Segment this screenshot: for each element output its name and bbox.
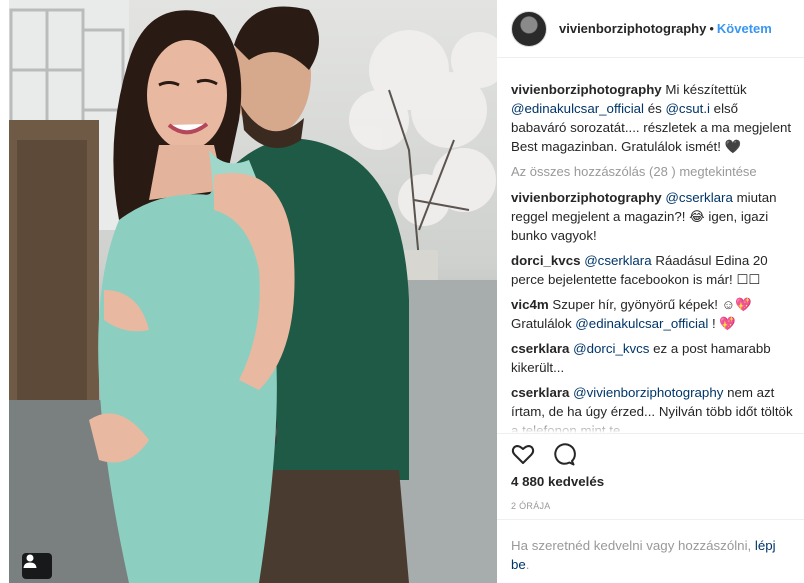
view-all-comments-link[interactable]: Az összes hozzászólás (28 ) megtekintése: [511, 164, 794, 179]
comment-text: Mi készítettük: [665, 82, 747, 97]
post-header: vivienborziphotography • Követem: [497, 0, 804, 58]
header-dot: •: [709, 21, 714, 36]
mention-link[interactable]: @vivienborziphotography: [573, 385, 723, 400]
mention-link[interactable]: @edinakulcsar_official: [511, 101, 644, 116]
tag-people-button[interactable]: [22, 553, 52, 579]
author-avatar[interactable]: [511, 10, 547, 47]
comment-username[interactable]: vivienborziphotography: [511, 190, 662, 205]
mention-link[interactable]: @cserklara: [665, 190, 732, 205]
comment-list: vivienborziphotography @cserklara miutan…: [511, 188, 794, 433]
comment-bubble-icon: [554, 443, 576, 466]
likes-count[interactable]: 4 880 kedvelés: [511, 474, 604, 489]
comment-item: vic4m Szuper hír, gyönyörű képek! ☺💖 Gra…: [511, 295, 794, 333]
scroll-fade: [497, 419, 804, 433]
comment-item: cserklara @dorci_kvcs ez a post hamarabb…: [511, 339, 794, 377]
comment-text: és: [644, 101, 666, 116]
post-side-panel: vivienborziphotography • Követem vivienbor…: [497, 0, 804, 583]
mention-link[interactable]: @csut.i: [665, 101, 710, 116]
action-bar: [511, 442, 576, 471]
heart-outline-icon: [511, 445, 535, 464]
mention-link[interactable]: @edinakulcsar_official: [575, 316, 708, 331]
comment-item: vivienborziphotography @cserklara miutan…: [511, 188, 794, 245]
comment-username[interactable]: vic4m: [511, 297, 549, 312]
post-timestamp: 2 ÓRÁJA: [511, 501, 551, 511]
comments-section[interactable]: vivienborziphotography Mi készítettük @e…: [497, 58, 804, 434]
person-tag-icon: [23, 554, 37, 568]
author-username[interactable]: vivienborziphotography: [559, 21, 706, 36]
comment-username[interactable]: cserklara: [511, 341, 569, 356]
comment-username[interactable]: vivienborziphotography: [511, 82, 662, 97]
comment-item: dorci_kvcs @cserklara Ráadásul Edina 20 …: [511, 251, 794, 289]
comment-button[interactable]: [552, 442, 576, 471]
login-prompt-text: Ha szeretnéd kedvelni vagy hozzászólni,: [511, 538, 755, 553]
login-prompt-end: .: [525, 557, 530, 572]
mention-link[interactable]: @dorci_kvcs: [573, 341, 649, 356]
login-prompt: Ha szeretnéd kedvelni vagy hozzászólni, …: [497, 519, 804, 583]
post-photo[interactable]: [9, 0, 497, 583]
post-caption: vivienborziphotography Mi készítettük @e…: [511, 80, 794, 156]
header-text: vivienborziphotography • Követem: [559, 21, 772, 36]
comment-username[interactable]: cserklara: [511, 385, 569, 400]
couple-photo-illustration: [9, 0, 497, 583]
comment-username[interactable]: dorci_kvcs: [511, 253, 580, 268]
follow-button[interactable]: Követem: [717, 21, 772, 36]
like-button[interactable]: [511, 442, 535, 471]
comment-text: ! 💖: [708, 316, 736, 331]
mention-link[interactable]: @cserklara: [584, 253, 651, 268]
